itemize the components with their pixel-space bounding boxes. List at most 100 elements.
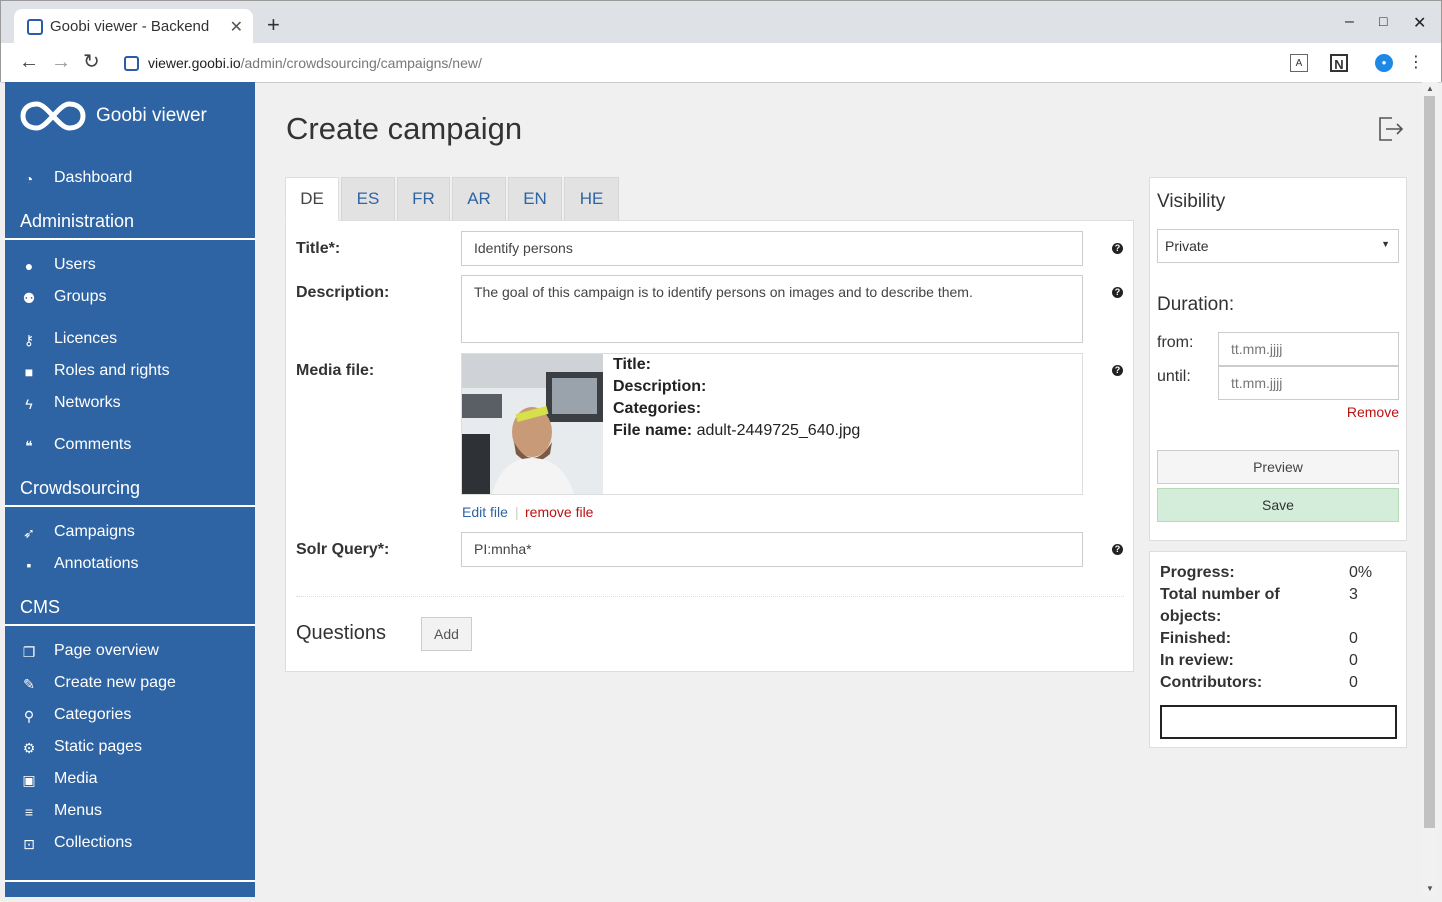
reload-icon[interactable]: ↻: [83, 52, 100, 72]
dashboard-icon: ◔: [24, 171, 34, 187]
contributors-value: 0: [1349, 674, 1358, 691]
duration-title: Duration:: [1157, 294, 1235, 315]
caret-down-icon: ▼: [1381, 239, 1390, 249]
scroll-up-icon[interactable]: ▲: [1426, 84, 1434, 93]
site-favicon-icon: [27, 19, 43, 35]
brand-name: Goobi viewer: [96, 105, 207, 126]
page-title: Create campaign: [286, 111, 523, 146]
tab-lang-en[interactable]: EN: [508, 177, 562, 221]
campaign-form: Title*: Identify persons ? Description: …: [285, 220, 1134, 672]
back-arrow-icon[interactable]: ←: [19, 52, 39, 72]
description-textarea[interactable]: The goal of this campaign is to identify…: [461, 275, 1083, 343]
visibility-title: Visibility: [1157, 191, 1226, 212]
until-label: until:: [1157, 368, 1191, 385]
edit-file-link[interactable]: Edit file: [462, 504, 508, 520]
media-description: Description:: [613, 378, 707, 395]
window-close-button[interactable]: ✕: [1413, 13, 1426, 33]
section-divider: [296, 596, 1124, 597]
date-from-input[interactable]: tt.mm.jjjj: [1218, 332, 1399, 366]
progress-bar: [1160, 705, 1397, 739]
tab-lang-ar[interactable]: AR: [452, 177, 506, 221]
menu-kebab-icon[interactable]: ⋮: [1407, 54, 1425, 72]
tab-lang-de[interactable]: DE: [285, 177, 339, 221]
sidebar-divider: [5, 880, 255, 882]
remove-dates-link[interactable]: Remove: [1347, 404, 1399, 420]
image-icon: ▣: [22, 772, 36, 788]
address-bar[interactable]: viewer.goobi.io/admin/crowdsourcing/camp…: [111, 49, 1321, 77]
finished-label: Finished:: [1160, 630, 1232, 647]
solr-query-input[interactable]: PI:mnha*: [461, 532, 1083, 567]
media-label: Media file:: [296, 362, 375, 379]
remove-file-link[interactable]: remove file: [525, 504, 593, 520]
save-button[interactable]: Save: [1157, 488, 1399, 522]
progress-value: 0%: [1349, 564, 1373, 581]
solr-query-label: Solr Query*:: [296, 541, 390, 558]
user-icon: ●: [24, 258, 34, 274]
comments-icon: ❝: [25, 438, 33, 454]
sticky-note-icon: ▪: [26, 557, 32, 573]
tab-lang-he[interactable]: HE: [564, 177, 619, 221]
tab-strip: Goobi viewer - Backend ✕ + – □ ✕: [1, 1, 1441, 43]
link-separator: |: [515, 504, 519, 520]
date-until-input[interactable]: tt.mm.jjjj: [1218, 366, 1399, 400]
in-review-value: 0: [1349, 652, 1358, 669]
add-question-button[interactable]: Add: [421, 617, 472, 651]
bars-icon: ≡: [24, 804, 34, 820]
rocket-icon: ➶: [23, 525, 35, 541]
page-scrollbar[interactable]: ▲ ▼: [1422, 82, 1438, 897]
tab-lang-es[interactable]: ES: [341, 177, 395, 221]
media-file-box: Title: Description: Categories: File nam…: [461, 353, 1083, 495]
section-cms: CMS: [5, 592, 255, 626]
scrollbar-thumb[interactable]: [1424, 96, 1435, 828]
thumbtack-icon: ⚲: [23, 708, 35, 724]
statistics-panel: Progress: 0% Total number of 3 objects: …: [1149, 551, 1407, 748]
profile-avatar-icon[interactable]: •: [1375, 54, 1393, 72]
media-categories: Categories:: [613, 400, 702, 417]
from-label: from:: [1157, 334, 1194, 351]
visibility-panel: Visibility Private ▼ Duration: from: tt.…: [1149, 177, 1407, 541]
total-objects-value: 3: [1349, 586, 1358, 603]
section-crowdsourcing: Crowdsourcing: [5, 473, 255, 507]
site-favicon-icon: [124, 56, 139, 71]
visibility-select[interactable]: Private ▼: [1157, 229, 1399, 263]
tab-close-icon[interactable]: ✕: [230, 17, 243, 37]
tab-title: Goobi viewer - Backend: [50, 18, 210, 35]
title-input[interactable]: Identify persons: [461, 231, 1083, 266]
preview-button[interactable]: Preview: [1157, 450, 1399, 484]
section-administration: Administration: [5, 206, 255, 240]
help-solr-icon[interactable]: ?: [1112, 544, 1123, 555]
title-label: Title*:: [296, 240, 341, 257]
help-media-icon[interactable]: ?: [1112, 365, 1123, 376]
cogs-icon: ⚙: [22, 740, 36, 756]
media-photo-icon: [462, 354, 603, 494]
media-title: Title:: [613, 356, 651, 373]
questions-title: Questions: [296, 622, 387, 644]
help-description-icon[interactable]: ?: [1112, 287, 1123, 298]
in-review-label: In review:: [1160, 652, 1234, 669]
tab-lang-fr[interactable]: FR: [397, 177, 450, 221]
help-title-icon[interactable]: ?: [1112, 243, 1123, 254]
collection-icon: ⊡: [23, 836, 35, 852]
new-tab-button[interactable]: +: [267, 14, 280, 36]
browser-tab[interactable]: Goobi viewer - Backend ✕: [14, 9, 253, 43]
translate-icon[interactable]: A: [1290, 54, 1308, 72]
contributors-label: Contributors:: [1160, 674, 1263, 691]
edit-icon: ✎: [23, 676, 35, 692]
scroll-down-icon[interactable]: ▼: [1426, 884, 1434, 893]
media-filename: File name: adult-2449725_640.jpg: [613, 422, 861, 439]
exit-icon[interactable]: [1378, 116, 1404, 142]
minimize-button[interactable]: –: [1345, 13, 1354, 31]
sidebar: Goobi viewer ◔ Dashboard Administration …: [5, 82, 255, 897]
media-thumbnail: [462, 354, 603, 494]
total-objects-label-line1: Total number of: [1160, 586, 1280, 603]
copy-icon: ❐: [22, 644, 36, 660]
url-text: viewer.goobi.io/admin/crowdsourcing/camp…: [148, 55, 482, 71]
maximize-button[interactable]: □: [1379, 13, 1387, 29]
key-icon: ⚷: [23, 332, 35, 348]
forward-arrow-icon[interactable]: →: [51, 52, 71, 72]
progress-label: Progress:: [1160, 564, 1235, 581]
description-label: Description:: [296, 284, 390, 301]
extension-n-icon[interactable]: N: [1330, 54, 1348, 72]
finished-value: 0: [1349, 630, 1358, 647]
browser-toolbar: ← → ↻ viewer.goobi.io/admin/crowdsourcin…: [1, 43, 1441, 83]
